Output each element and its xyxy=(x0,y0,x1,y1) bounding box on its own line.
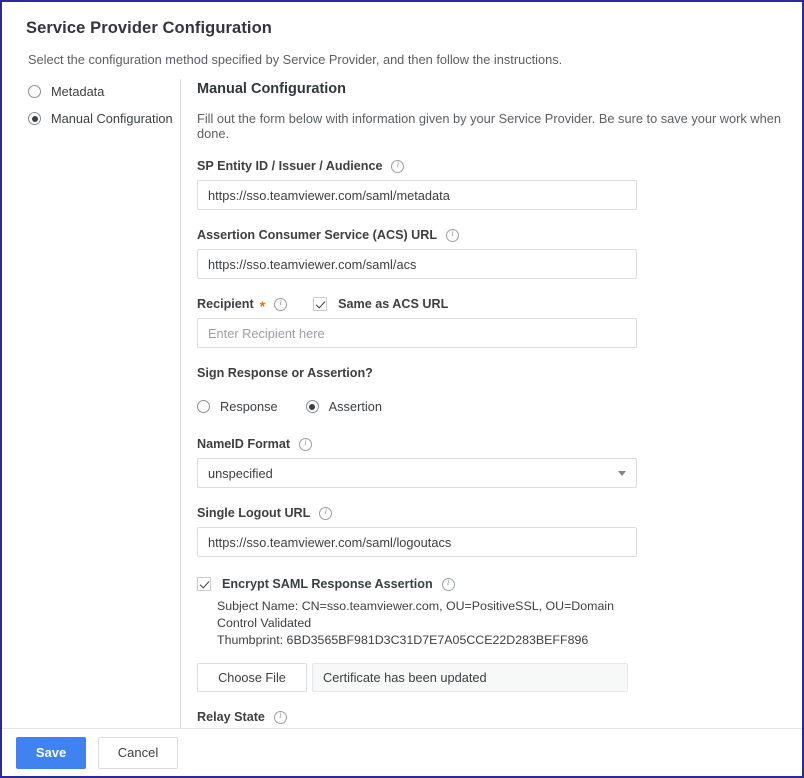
radio-option-metadata[interactable]: Metadata xyxy=(28,79,180,104)
certificate-upload-row: Choose File Certificate has been updated xyxy=(197,649,802,692)
certificate-subject-name: Subject Name: CN=sso.teamviewer.com, OU=… xyxy=(217,599,614,630)
radio-manual-configuration-label: Manual Configuration xyxy=(51,111,173,126)
label-relay-state-text: Relay State xyxy=(197,710,265,724)
label-nameid-format-text: NameID Format xyxy=(197,437,291,451)
field-recipient: Recipient * i Same as ACS URL xyxy=(197,279,802,348)
service-provider-configuration-page: Service Provider Configuration Select th… xyxy=(0,0,804,778)
label-sign-response-or-assertion: Sign Response or Assertion? xyxy=(197,366,802,380)
info-icon[interactable]: i xyxy=(299,437,313,451)
label-acs-url: Assertion Consumer Service (ACS) URL i xyxy=(197,228,802,242)
recipient-input[interactable] xyxy=(197,318,637,348)
radio-option-response[interactable]: Response xyxy=(197,394,278,419)
section-description: Fill out the form below with information… xyxy=(197,111,781,141)
info-icon[interactable]: i xyxy=(273,710,287,724)
encrypt-saml-response-label: Encrypt SAML Response Assertion xyxy=(222,577,433,591)
same-as-acs-url-label: Same as ACS URL xyxy=(338,297,449,311)
radio-assertion-label: Assertion xyxy=(328,399,382,414)
label-sp-entity-id: SP Entity ID / Issuer / Audience i xyxy=(197,159,802,173)
encrypt-saml-response-row[interactable]: Encrypt SAML Response Assertion i xyxy=(197,557,802,591)
same-as-acs-url-checkbox[interactable] xyxy=(313,297,328,311)
info-icon[interactable]: i xyxy=(446,228,460,242)
encrypt-saml-response-checkbox[interactable] xyxy=(197,577,211,591)
label-single-logout-url: Single Logout URL i xyxy=(197,506,802,520)
radio-manual-configuration-icon[interactable] xyxy=(28,112,41,125)
info-icon[interactable]: i xyxy=(319,506,333,520)
info-icon[interactable]: i xyxy=(391,159,405,173)
cancel-button[interactable]: Cancel xyxy=(98,736,178,769)
label-sp-entity-id-text: SP Entity ID / Issuer / Audience xyxy=(197,159,383,173)
info-icon[interactable]: i xyxy=(441,577,455,591)
certificate-file-status: Certificate has been updated xyxy=(312,663,628,692)
label-recipient: Recipient * i Same as ACS URL xyxy=(197,297,802,314)
radio-metadata-icon[interactable] xyxy=(28,85,41,98)
certificate-thumbprint: Thumbprint: 6BD3565BF981D3C31D7E7A05CCE2… xyxy=(217,633,589,647)
field-acs-url: Assertion Consumer Service (ACS) URL i xyxy=(197,210,802,279)
certificate-details: Subject Name: CN=sso.teamviewer.com, OU=… xyxy=(217,598,647,649)
radio-metadata-label: Metadata xyxy=(51,84,105,99)
label-single-logout-url-text: Single Logout URL xyxy=(197,506,311,520)
radio-assertion-icon[interactable] xyxy=(305,400,319,413)
radio-response-icon[interactable] xyxy=(197,400,210,413)
page-title: Service Provider Configuration xyxy=(26,19,272,37)
field-nameid-format: NameID Format i unspecified xyxy=(197,419,802,488)
page-subtitle: Select the configuration method specifie… xyxy=(28,52,563,67)
label-recipient-text: Recipient xyxy=(197,297,254,311)
label-acs-url-text: Assertion Consumer Service (ACS) URL xyxy=(197,228,438,242)
radio-option-manual-configuration[interactable]: Manual Configuration xyxy=(28,106,180,131)
sign-radio-group: Response Assertion xyxy=(197,387,802,419)
sp-entity-id-input[interactable] xyxy=(197,180,637,210)
field-single-logout-url: Single Logout URL i xyxy=(197,488,802,557)
acs-url-input[interactable] xyxy=(197,249,637,279)
nameid-format-select-wrapper: unspecified xyxy=(197,458,637,488)
manual-configuration-form: Manual Configuration Fill out the form b… xyxy=(181,79,802,728)
config-method-panel: Metadata Manual Configuration xyxy=(2,79,180,133)
form-scroll-area[interactable]: Service Provider Configuration Select th… xyxy=(2,2,802,728)
single-logout-url-input[interactable] xyxy=(197,527,637,557)
field-sign-response-or-assertion: Sign Response or Assertion? Response Ass… xyxy=(197,348,802,419)
label-nameid-format: NameID Format i xyxy=(197,437,802,451)
info-icon[interactable]: i xyxy=(274,297,288,311)
content-columns: Metadata Manual Configuration Manual Con… xyxy=(2,79,802,728)
form-action-bar: Save Cancel xyxy=(2,728,802,776)
choose-file-button[interactable]: Choose File xyxy=(197,663,307,692)
field-sp-entity-id: SP Entity ID / Issuer / Audience i xyxy=(197,141,802,210)
nameid-format-selected-value: unspecified xyxy=(208,465,273,481)
nameid-format-select[interactable]: unspecified xyxy=(197,458,637,488)
label-relay-state: Relay State i xyxy=(197,710,802,724)
section-title: Manual Configuration xyxy=(197,81,347,97)
radio-response-label: Response xyxy=(220,399,278,414)
required-asterisk: * xyxy=(259,298,266,314)
radio-option-assertion[interactable]: Assertion xyxy=(305,394,382,419)
field-relay-state: Relay State i xyxy=(197,692,802,728)
label-sign-text: Sign Response or Assertion? xyxy=(197,366,373,380)
same-as-acs-url-checkbox-row[interactable]: Same as ACS URL xyxy=(313,297,448,311)
save-button[interactable]: Save xyxy=(16,736,86,769)
